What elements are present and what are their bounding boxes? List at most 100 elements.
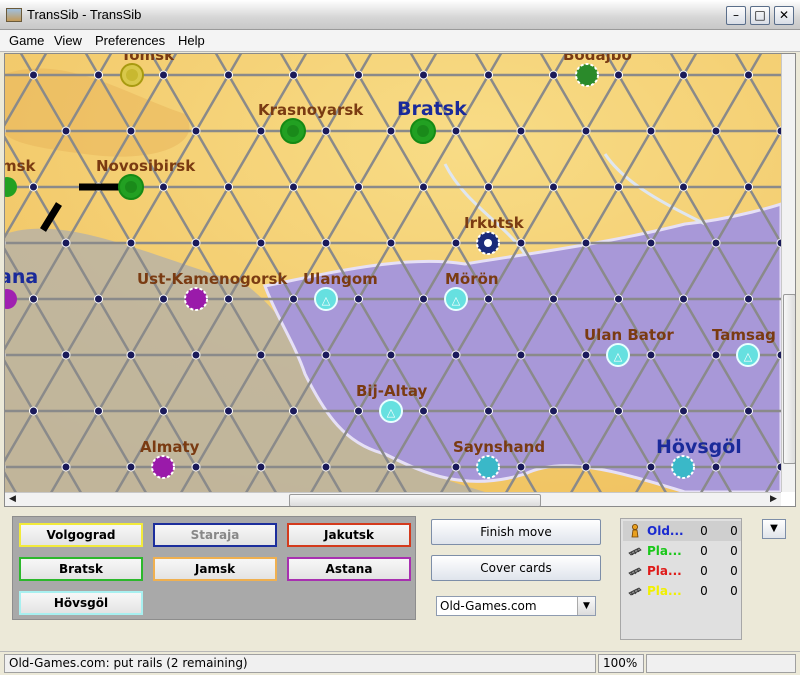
grid-node[interactable] xyxy=(256,126,266,136)
grid-node[interactable] xyxy=(451,350,461,360)
grid-node[interactable] xyxy=(646,350,656,360)
grid-node[interactable] xyxy=(451,462,461,472)
minimize-button[interactable]: – xyxy=(726,6,746,25)
city-bratsk[interactable] xyxy=(410,118,436,144)
grid-node[interactable] xyxy=(224,182,233,192)
map-viewport[interactable]: △ △ △ △ △ Tomsk Bodajbo Krasnoyarsk Brat… xyxy=(4,53,796,507)
grid-node[interactable] xyxy=(29,294,38,304)
grid-node[interactable] xyxy=(549,70,558,80)
city-saynshand[interactable] xyxy=(476,455,500,479)
game-map[interactable]: △ △ △ △ △ Tomsk Bodajbo Krasnoyarsk Brat… xyxy=(5,54,781,492)
grid-node[interactable] xyxy=(224,406,233,416)
grid-node[interactable] xyxy=(126,126,136,136)
card-bratsk[interactable]: Bratsk xyxy=(19,557,143,581)
grid-node[interactable] xyxy=(484,406,493,416)
grid-node[interactable] xyxy=(711,350,721,360)
grid-node[interactable] xyxy=(581,238,591,248)
grid-node[interactable] xyxy=(646,462,656,472)
grid-node[interactable] xyxy=(386,238,396,248)
grid-node[interactable] xyxy=(484,294,493,304)
player-select[interactable]: Old-Games.com ▼ xyxy=(436,596,596,616)
grid-node[interactable] xyxy=(354,294,363,304)
grid-node[interactable] xyxy=(94,70,103,80)
grid-node[interactable] xyxy=(679,70,688,80)
vertical-scroll-thumb[interactable] xyxy=(783,294,795,464)
menu-preferences[interactable]: Preferences xyxy=(95,33,165,48)
grid-node[interactable] xyxy=(549,182,558,192)
city-moron[interactable]: △ xyxy=(444,287,468,311)
horizontal-scroll-thumb[interactable] xyxy=(289,494,541,506)
card-astana[interactable]: Astana xyxy=(287,557,411,581)
menu-help[interactable]: Help xyxy=(178,33,205,48)
card-staraja[interactable]: Staraja xyxy=(153,523,277,547)
grid-node[interactable] xyxy=(744,406,753,416)
grid-node[interactable] xyxy=(549,406,558,416)
grid-node[interactable] xyxy=(419,294,428,304)
grid-node[interactable] xyxy=(126,238,136,248)
grid-node[interactable] xyxy=(581,462,591,472)
grid-node[interactable] xyxy=(256,350,266,360)
grid-node[interactable] xyxy=(614,182,623,192)
card-hovsgol[interactable]: Hövsgöl xyxy=(19,591,143,615)
card-jakutsk[interactable]: Jakutsk xyxy=(287,523,411,547)
grid-node[interactable] xyxy=(614,294,623,304)
grid-node[interactable] xyxy=(646,126,656,136)
city-almaty[interactable] xyxy=(151,455,175,479)
grid-node[interactable] xyxy=(224,294,233,304)
city-irkutsk[interactable] xyxy=(476,231,500,255)
city-krasnoyarsk[interactable] xyxy=(280,118,306,144)
grid-node[interactable] xyxy=(126,350,136,360)
grid-node[interactable] xyxy=(289,70,298,80)
grid-node[interactable] xyxy=(321,350,331,360)
grid-node[interactable] xyxy=(516,238,526,248)
grid-node[interactable] xyxy=(679,294,688,304)
grid-node[interactable] xyxy=(289,182,298,192)
maximize-button[interactable]: □ xyxy=(750,6,770,25)
grid-node[interactable] xyxy=(386,462,396,472)
scroll-right-arrow-icon[interactable]: ▶ xyxy=(767,493,780,506)
grid-node[interactable] xyxy=(516,126,526,136)
grid-node[interactable] xyxy=(484,70,493,80)
card-jamsk[interactable]: Jamsk xyxy=(153,557,277,581)
city-hovsgol[interactable] xyxy=(671,455,695,479)
grid-node[interactable] xyxy=(549,294,558,304)
grid-node[interactable] xyxy=(224,70,233,80)
grid-node[interactable] xyxy=(159,70,168,80)
scroll-left-arrow-icon[interactable]: ◀ xyxy=(6,493,19,506)
grid-node[interactable] xyxy=(256,238,266,248)
grid-node[interactable] xyxy=(646,238,656,248)
chevron-down-icon[interactable]: ▼ xyxy=(577,597,595,615)
grid-node[interactable] xyxy=(581,350,591,360)
grid-node[interactable] xyxy=(354,406,363,416)
grid-node[interactable] xyxy=(744,182,753,192)
grid-node[interactable] xyxy=(614,70,623,80)
grid-node[interactable] xyxy=(191,238,201,248)
grid-node[interactable] xyxy=(516,350,526,360)
grid-node[interactable] xyxy=(679,182,688,192)
grid-node[interactable] xyxy=(386,350,396,360)
grid-node[interactable] xyxy=(581,126,591,136)
grid-node[interactable] xyxy=(451,126,461,136)
grid-node[interactable] xyxy=(711,462,721,472)
city-novosibirsk[interactable] xyxy=(118,174,144,200)
grid-node[interactable] xyxy=(61,238,71,248)
grid-node[interactable] xyxy=(614,406,623,416)
grid-node[interactable] xyxy=(61,126,71,136)
grid-node[interactable] xyxy=(419,182,428,192)
grid-node[interactable] xyxy=(419,406,428,416)
vertical-scrollbar[interactable] xyxy=(781,54,795,492)
grid-node[interactable] xyxy=(159,182,168,192)
card-volgograd[interactable]: Volgograd xyxy=(19,523,143,547)
close-button[interactable]: ✕ xyxy=(774,6,794,25)
horizontal-scrollbar[interactable]: ◀ ▶ xyxy=(5,492,781,506)
grid-node[interactable] xyxy=(94,406,103,416)
grid-node[interactable] xyxy=(289,294,298,304)
grid-node[interactable] xyxy=(419,70,428,80)
grid-node[interactable] xyxy=(29,182,38,192)
grid-node[interactable] xyxy=(451,238,461,248)
grid-node[interactable] xyxy=(159,294,168,304)
grid-node[interactable] xyxy=(386,126,396,136)
grid-node[interactable] xyxy=(191,126,201,136)
menu-game[interactable]: Game xyxy=(9,33,44,48)
grid-node[interactable] xyxy=(744,294,753,304)
